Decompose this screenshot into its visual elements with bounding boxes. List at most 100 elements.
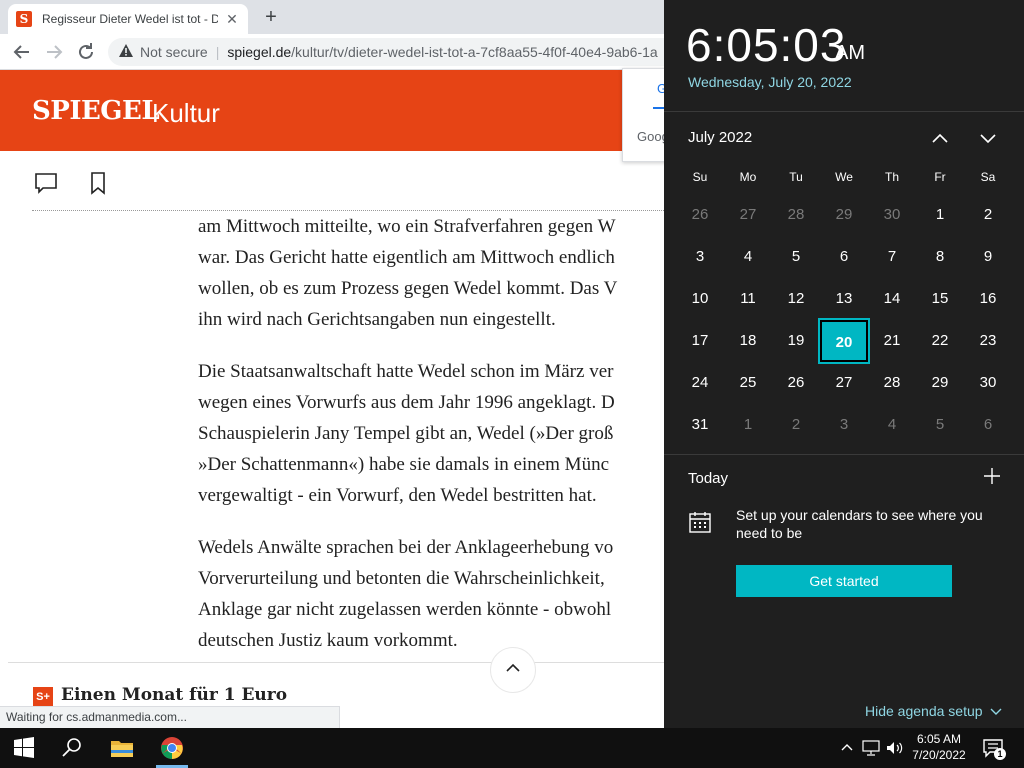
calendar-day[interactable]: 21 bbox=[868, 320, 916, 362]
calendar-day[interactable]: 12 bbox=[772, 278, 820, 320]
article-line: »Der Schattenmann«) habe sie damals in e… bbox=[198, 454, 610, 475]
calendar-day[interactable]: 22 bbox=[916, 320, 964, 362]
taskbar-date: 7/20/2022 bbox=[912, 748, 966, 762]
weekday-label: Su bbox=[692, 170, 708, 184]
plus-icon[interactable] bbox=[982, 466, 1002, 486]
browser-status-bar: Waiting for cs.admanmedia.com... bbox=[0, 706, 340, 728]
agenda-today-label: Today bbox=[688, 470, 729, 487]
article-paragraph: Wedels Anwälte sprachen bei der Anklagee… bbox=[198, 532, 664, 651]
taskbar-time: 6:05 AM bbox=[916, 732, 962, 746]
calendar-day[interactable]: 5 bbox=[916, 404, 964, 446]
calendar-day[interactable]: 29 bbox=[820, 194, 868, 236]
back-button[interactable] bbox=[10, 40, 34, 64]
windows-start-icon[interactable] bbox=[12, 736, 36, 760]
article-body: am Mittwoch mitteilte, wo ein Strafverfa… bbox=[198, 211, 664, 651]
weekday-label: Sa bbox=[980, 170, 996, 184]
calendar-day[interactable]: 31 bbox=[676, 404, 724, 446]
calendar-day[interactable]: 6 bbox=[820, 236, 868, 278]
calendar-day[interactable]: 27 bbox=[724, 194, 772, 236]
calendar-day[interactable]: 1 bbox=[916, 194, 964, 236]
reload-button[interactable] bbox=[74, 40, 98, 64]
network-icon[interactable] bbox=[862, 740, 880, 756]
calendar-flyout: 6:05:03 AM Wednesday, July 20, 2022 July… bbox=[664, 0, 1024, 728]
article-line: Anklage gar nicht zugelassen werden könn… bbox=[198, 599, 612, 620]
comment-icon[interactable] bbox=[34, 171, 58, 195]
volume-icon[interactable] bbox=[886, 740, 904, 756]
calendar-day[interactable]: 4 bbox=[724, 236, 772, 278]
warning-icon[interactable] bbox=[118, 43, 134, 62]
calendar-day-today[interactable]: 20 bbox=[818, 318, 870, 364]
file-explorer-icon[interactable] bbox=[110, 736, 134, 760]
calendar-day[interactable]: 10 bbox=[676, 278, 724, 320]
calendar-day[interactable]: 7 bbox=[868, 236, 916, 278]
clock-ampm: AM bbox=[835, 42, 865, 64]
forward-button[interactable] bbox=[42, 40, 66, 64]
calendar-day[interactable]: 14 bbox=[868, 278, 916, 320]
omnibox-separator: | bbox=[215, 44, 220, 60]
article-line: ihn wird nach Gerichtsangaben nun einges… bbox=[198, 309, 556, 330]
calendar-day[interactable]: 29 bbox=[916, 362, 964, 404]
calendar-day[interactable]: 16 bbox=[964, 278, 1012, 320]
windows-taskbar: 6:05 AM 7/20/2022 1 bbox=[0, 728, 1024, 768]
calendar-day[interactable]: 2 bbox=[772, 404, 820, 446]
calendar-day[interactable]: 6 bbox=[964, 404, 1012, 446]
address-bar[interactable]: Not secure | spiegel.de /kultur/tv/diete… bbox=[108, 38, 708, 66]
calendar-day[interactable]: 27 bbox=[820, 362, 868, 404]
section-title[interactable]: Kultur bbox=[152, 98, 220, 129]
get-started-button[interactable]: Get started bbox=[736, 565, 952, 597]
calendar-day[interactable]: 15 bbox=[916, 278, 964, 320]
calendar-day[interactable]: 23 bbox=[964, 320, 1012, 362]
calendar-day[interactable]: 4 bbox=[868, 404, 916, 446]
article-line: wegen eines Vorwurfs aus dem Jahr 1996 a… bbox=[198, 392, 615, 413]
month-label[interactable]: July 2022 bbox=[688, 129, 752, 146]
expand-promo-button[interactable] bbox=[490, 647, 536, 693]
calendar-day[interactable]: 11 bbox=[724, 278, 772, 320]
calendar-day[interactable]: 30 bbox=[868, 194, 916, 236]
agenda-setup-text: Set up your calendars to see where you n… bbox=[736, 507, 983, 541]
calendar-day[interactable]: 30 bbox=[964, 362, 1012, 404]
calendar-day[interactable]: 26 bbox=[676, 194, 724, 236]
calendar-day[interactable]: 2 bbox=[964, 194, 1012, 236]
browser-tab[interactable]: S Regisseur Dieter Wedel ist tot - D ✕ bbox=[8, 4, 248, 34]
calendar-day[interactable]: 8 bbox=[916, 236, 964, 278]
security-label[interactable]: Not secure bbox=[140, 44, 208, 60]
article-line: Die Staatsanwaltschaft hatte Wedel schon… bbox=[198, 361, 614, 382]
calendar-day[interactable]: 28 bbox=[868, 362, 916, 404]
long-date-link[interactable]: Wednesday, July 20, 2022 bbox=[688, 74, 852, 90]
promo-text[interactable]: Einen Monat für 1 Euro bbox=[61, 685, 287, 705]
chrome-icon[interactable] bbox=[160, 736, 184, 760]
calendar-day[interactable]: 25 bbox=[724, 362, 772, 404]
chevron-up-icon[interactable] bbox=[928, 126, 952, 150]
close-tab-icon[interactable]: ✕ bbox=[224, 11, 240, 28]
calendar-day[interactable]: 3 bbox=[820, 404, 868, 446]
chevron-down-icon[interactable] bbox=[976, 126, 1000, 150]
calendar-day[interactable]: 17 bbox=[676, 320, 724, 362]
article-paragraph: am Mittwoch mitteilte, wo ein Strafverfa… bbox=[198, 211, 664, 335]
calendar-day[interactable]: 26 bbox=[772, 362, 820, 404]
spiegel-favicon-icon: S bbox=[16, 11, 32, 27]
spiegel-logo[interactable]: SPIEGEL bbox=[32, 96, 160, 126]
calendar-day[interactable]: 19 bbox=[772, 320, 820, 362]
calendar-day[interactable]: 13 bbox=[820, 278, 868, 320]
calendar-day[interactable]: 18 bbox=[724, 320, 772, 362]
new-tab-button[interactable]: + bbox=[260, 6, 282, 28]
calendar-day[interactable]: 3 bbox=[676, 236, 724, 278]
hide-agenda-button[interactable]: Hide agenda setup bbox=[865, 703, 1003, 719]
calendar-day[interactable]: 9 bbox=[964, 236, 1012, 278]
article-line: vergewaltigt - ein Vorwurf, den Wedel be… bbox=[198, 485, 597, 506]
bookmark-icon[interactable] bbox=[88, 171, 108, 195]
flyout-divider bbox=[664, 111, 1024, 112]
search-icon[interactable] bbox=[60, 736, 84, 760]
calendar-day[interactable]: 1 bbox=[724, 404, 772, 446]
calendar-day[interactable]: 28 bbox=[772, 194, 820, 236]
taskbar-clock[interactable]: 6:05 AM 7/20/2022 bbox=[912, 731, 966, 763]
article-line: Schauspielerin Jany Tempel gibt an, Wede… bbox=[198, 423, 614, 444]
chevron-down-icon bbox=[990, 708, 1002, 715]
clock-time: 6:05:03 bbox=[686, 19, 847, 71]
spiegel-plus-badge: S+ bbox=[33, 687, 53, 707]
chevron-up-icon bbox=[506, 663, 520, 672]
calendar-day[interactable]: 5 bbox=[772, 236, 820, 278]
show-hidden-icons-icon[interactable] bbox=[840, 740, 854, 754]
calendar-day[interactable]: 24 bbox=[676, 362, 724, 404]
article-line: am Mittwoch mitteilte, wo ein Strafverfa… bbox=[198, 216, 616, 237]
